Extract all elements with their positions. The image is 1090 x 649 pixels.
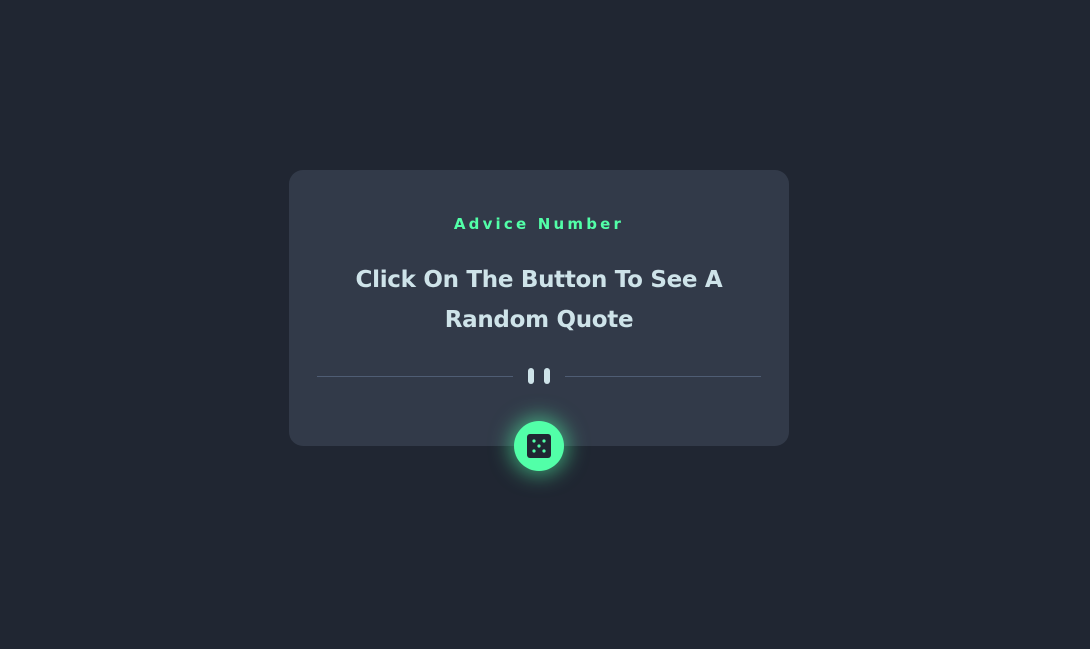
dice-icon [527,434,551,458]
pause-bar-left [528,368,534,384]
pause-bar-right [544,368,550,384]
pause-icon [513,368,565,384]
advice-card: Advice Number Click On The Button To See… [289,170,789,471]
divider-line-left [317,375,513,377]
pattern-divider [317,368,761,384]
dice-button[interactable] [514,421,564,471]
advice-quote: Click On The Button To See A Random Quot… [355,267,723,333]
advice-number-label: Advice Number [453,215,625,233]
divider-line-right [565,375,761,377]
